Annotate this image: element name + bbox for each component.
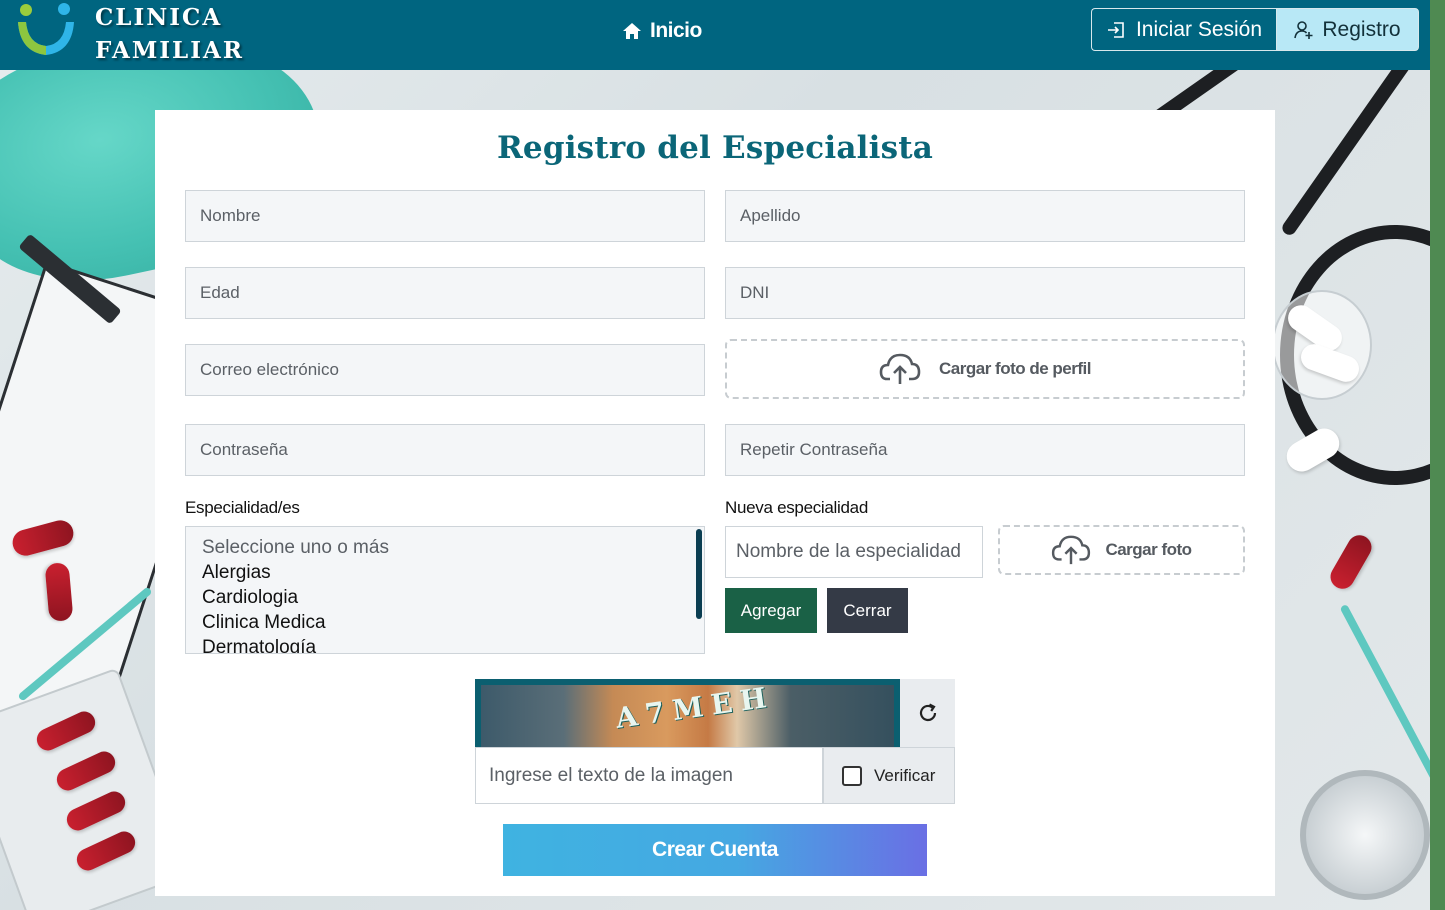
cloud-upload-icon [879,353,921,384]
upload-profile-photo-label: Cargar foto de perfil [939,359,1091,378]
new-specialty-label: Nueva especialidad [725,498,868,517]
capsule-decoration [1326,530,1376,594]
email-placeholder: Correo electrónico [200,360,339,379]
age-field[interactable]: Edad [185,267,705,319]
first-name-placeholder: Nombre [200,206,261,225]
close-specialty-button[interactable]: Cerrar [827,588,908,633]
password-field[interactable]: Contraseña [185,424,705,476]
verify-checkbox[interactable] [842,765,862,786]
auth-button-group: Iniciar Sesión Registro [1091,8,1419,51]
specialties-label: Especialidad/es [185,498,300,517]
listbox-scrollbar[interactable] [696,529,702,619]
specialty-option[interactable]: Clinica Medica [202,610,704,635]
stethoscope-head-decoration [1300,770,1430,900]
top-navbar: CLINICA FAMILIAR Inicio Iniciar Sesión R… [0,0,1430,70]
cloud-upload-icon [1052,535,1091,565]
specialty-option[interactable]: Cardiologia [202,585,704,610]
repeat-password-field[interactable]: Repetir Contraseña [725,424,1245,476]
add-specialty-button[interactable]: Agregar [725,588,817,633]
repeat-password-placeholder: Repetir Contraseña [740,440,888,459]
age-placeholder: Edad [200,283,240,302]
upload-profile-photo-button[interactable]: Cargar foto de perfil [725,339,1245,399]
login-icon [1107,21,1124,38]
nav-home-link[interactable]: Inicio [622,17,702,45]
user-plus-icon [1294,20,1313,39]
captcha-input-placeholder: Ingrese el texto de la imagen [489,764,733,786]
dni-field[interactable]: DNI [725,267,1245,319]
specialty-option[interactable]: Alergias [202,560,704,585]
captcha-input[interactable]: Ingrese el texto de la imagen [475,747,823,804]
new-specialty-placeholder: Nombre de la especialidad [736,541,961,562]
capsule-decoration [44,562,74,622]
dni-placeholder: DNI [740,283,770,302]
register-button[interactable]: Registro [1276,8,1419,51]
brand-name[interactable]: CLINICA FAMILIAR [95,1,244,67]
close-specialty-label: Cerrar [843,600,892,620]
page-title: Registro del Especialista [496,130,934,166]
create-account-button[interactable]: Crear Cuenta [503,824,927,876]
captcha-image: A7MEH [475,679,900,747]
add-specialty-label: Agregar [740,600,802,620]
clinic-logo [18,3,74,55]
password-placeholder: Contraseña [200,440,288,459]
syringe-decoration [1339,603,1430,785]
last-name-placeholder: Apellido [740,206,801,225]
refresh-icon [919,703,936,722]
register-label: Registro [1322,17,1401,41]
upload-specialty-photo-label: Cargar foto [1105,540,1192,559]
nav-home-label: Inicio [650,19,702,42]
home-icon [623,23,641,39]
new-specialty-input[interactable]: Nombre de la especialidad [725,526,983,578]
brand-line-1: CLINICA [95,4,223,31]
login-button[interactable]: Iniciar Sesión [1091,8,1276,51]
first-name-field[interactable]: Nombre [185,190,705,242]
specialty-option[interactable]: Dermatología [202,635,704,653]
verify-label: Verificar [874,765,936,785]
window-edge [1430,0,1445,910]
captcha-verify[interactable]: Verificar [823,747,955,804]
email-field[interactable]: Correo electrónico [185,344,705,396]
brand-line-2: FAMILIAR [95,37,244,64]
specialties-multiselect[interactable]: Seleccione uno o más Alergias Cardiologi… [185,526,705,654]
specialty-option-placeholder: Seleccione uno o más [202,537,389,558]
create-account-label: Crear Cuenta [652,838,778,861]
registration-form-card: Registro del Especialista Nombre Apellid… [155,110,1275,896]
upload-specialty-photo-button[interactable]: Cargar foto [998,525,1245,575]
captcha-refresh-button[interactable] [900,679,955,747]
last-name-field[interactable]: Apellido [725,190,1245,242]
login-label: Iniciar Sesión [1135,17,1263,41]
